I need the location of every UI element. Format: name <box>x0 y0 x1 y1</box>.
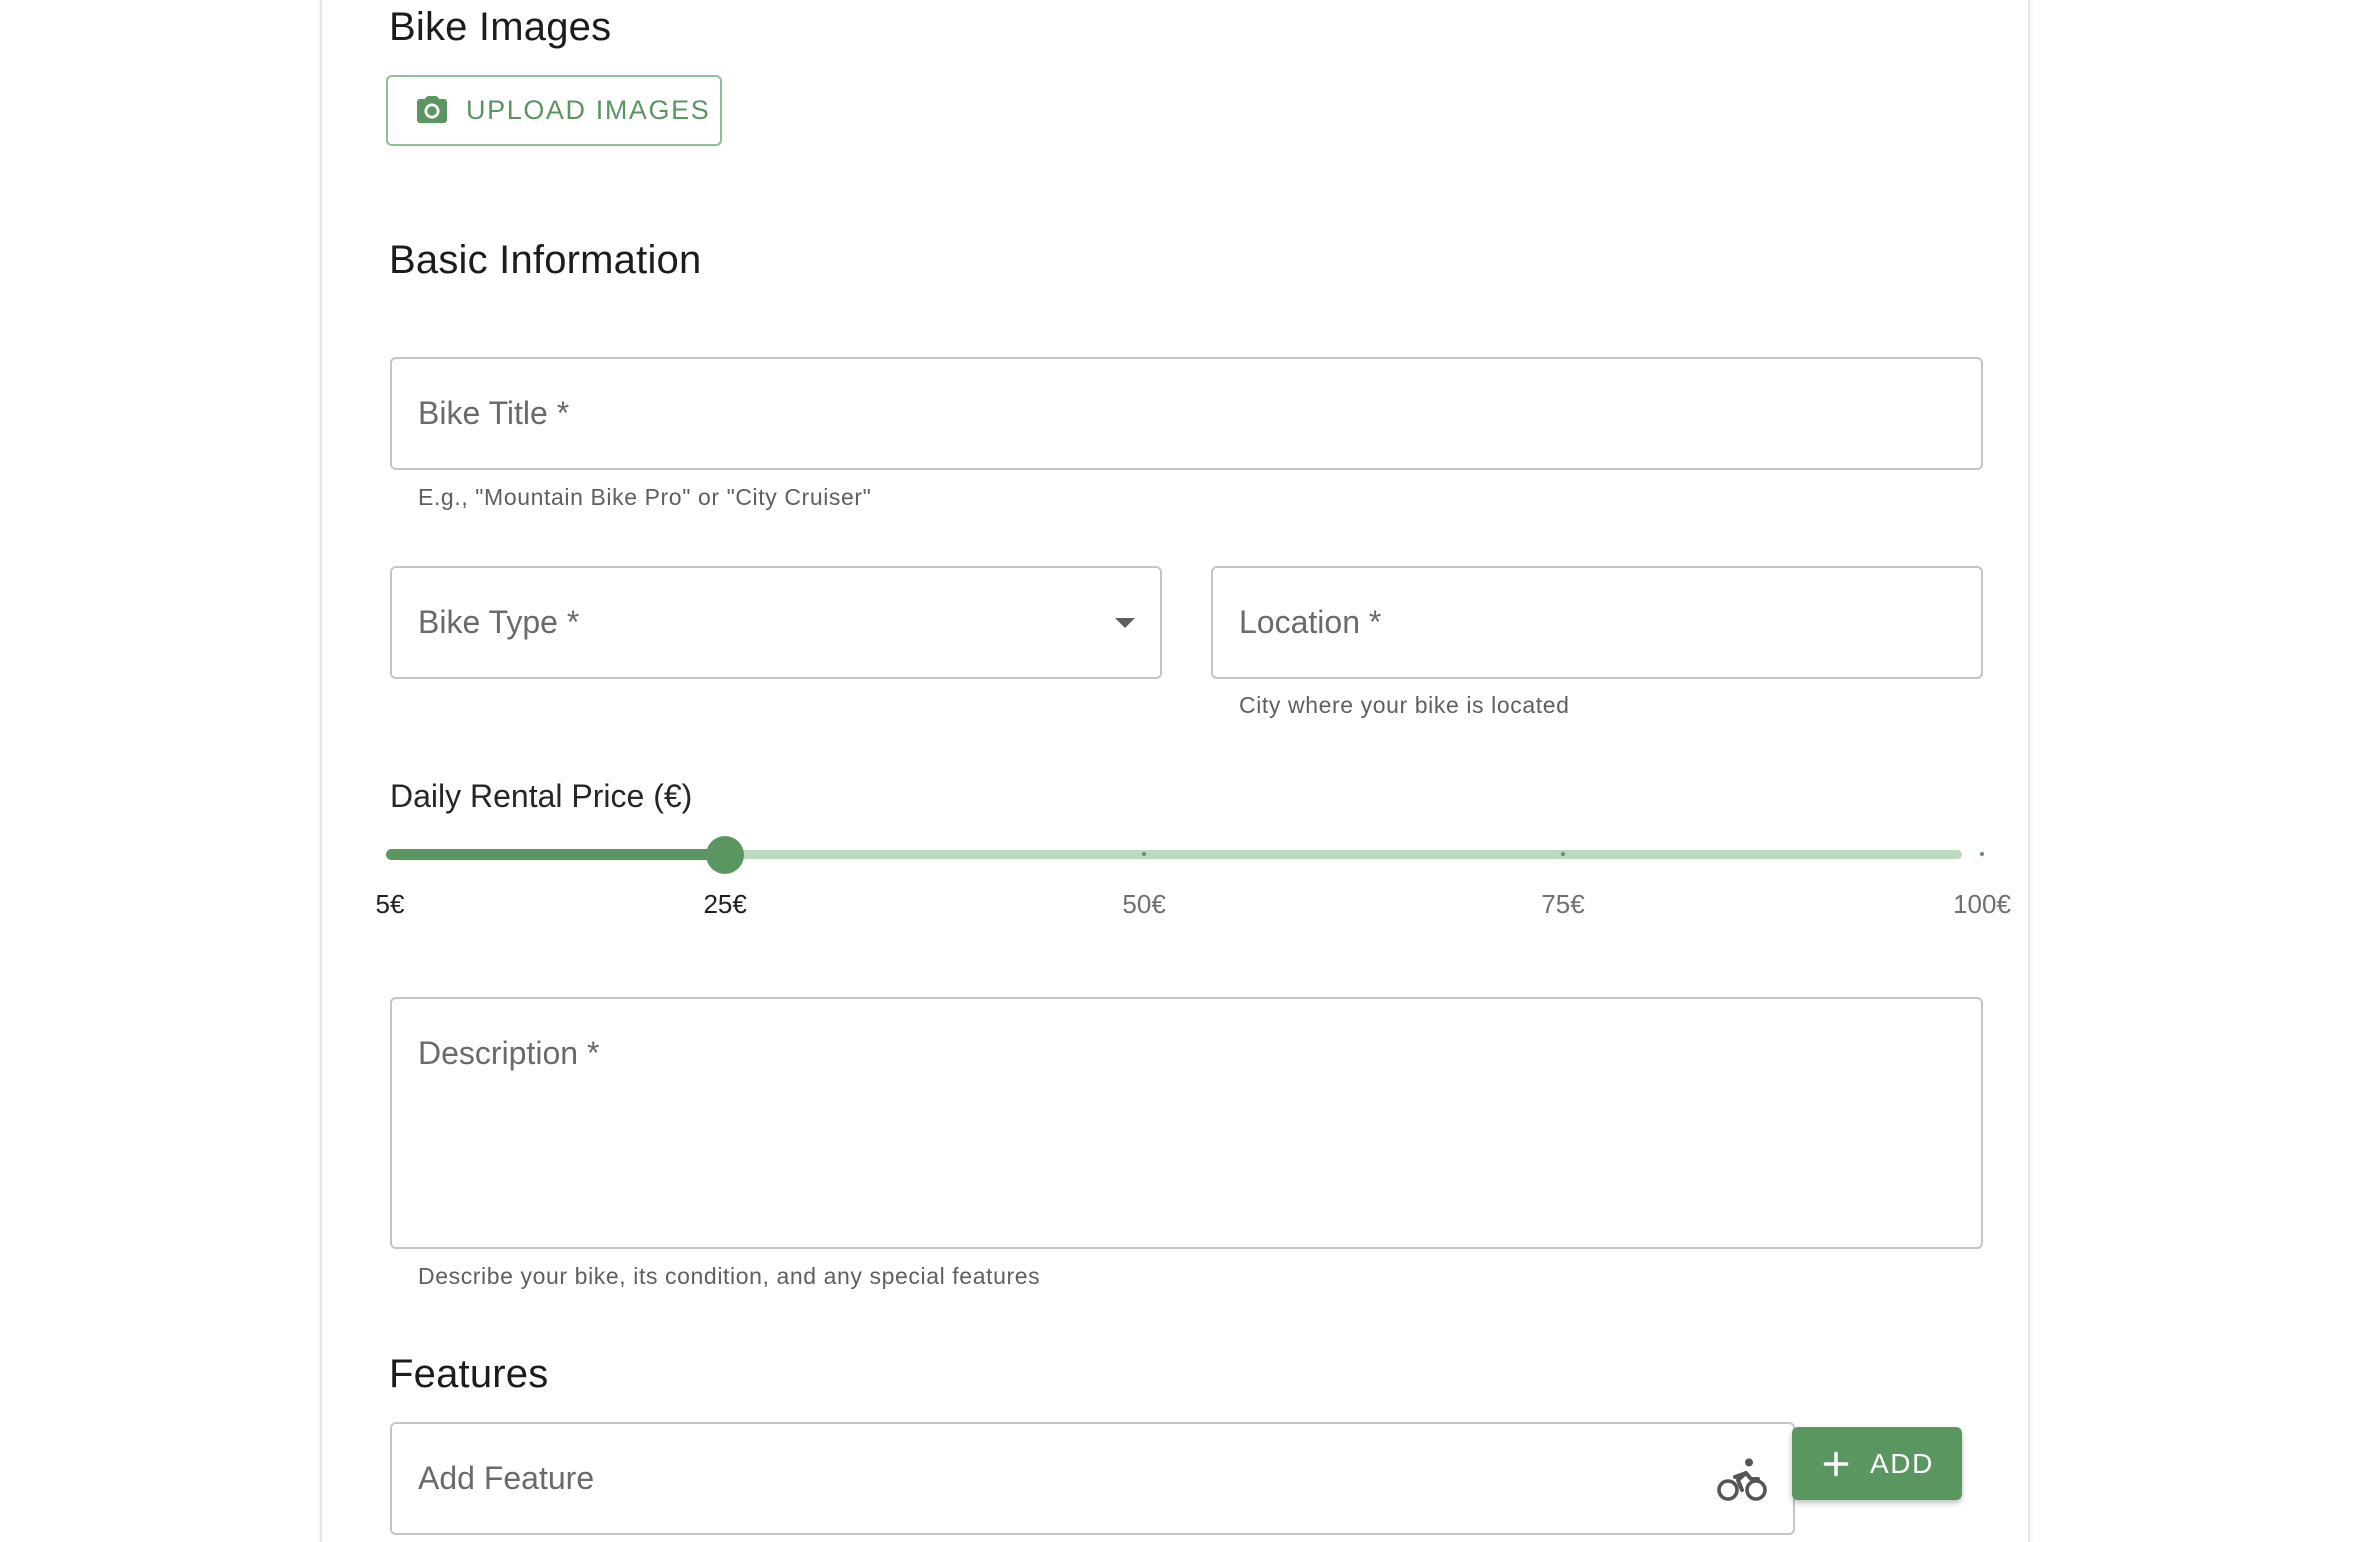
location-label: Location * <box>1239 604 1382 640</box>
slider-track-fill <box>386 849 726 860</box>
add-feature-button[interactable]: ADD <box>1792 1427 1962 1500</box>
bike-title-helper: E.g., "Mountain Bike Pro" or "City Cruis… <box>418 484 872 510</box>
bike-type-select[interactable]: Bike Type * <box>390 566 1162 679</box>
chevron-down-icon <box>1115 618 1135 628</box>
location-field[interactable]: Location * <box>1211 566 1983 679</box>
slider-mark-label: 50€ <box>1122 889 1166 919</box>
slider-thumb[interactable] <box>706 836 745 874</box>
add-feature-label: Add Feature <box>418 1460 595 1496</box>
description-helper: Describe your bike, its condition, and a… <box>418 1263 1041 1289</box>
upload-images-label: UPLOAD IMAGES <box>466 95 711 125</box>
description-label: Description * <box>418 1035 600 1071</box>
bike-title-field[interactable]: Bike Title * <box>390 357 1983 470</box>
plus-icon <box>1823 1451 1849 1476</box>
bike-title-label: Bike Title * <box>418 395 570 431</box>
section-title-basic-information: Basic Information <box>389 238 702 282</box>
slider-mark-label: 100€ <box>1953 889 2011 919</box>
slider-mark-label: 25€ <box>703 889 747 919</box>
form-card <box>320 0 2030 1542</box>
price-slider-label: Daily Rental Price (€) <box>390 778 693 814</box>
camera-icon <box>417 95 447 123</box>
add-button-label: ADD <box>1870 1447 1934 1479</box>
section-title-features: Features <box>389 1352 549 1396</box>
location-helper: City where your bike is located <box>1239 692 1570 718</box>
bike-type-label: Bike Type * <box>418 604 580 640</box>
slider-tick <box>1980 852 1984 856</box>
page: Bike Images UPLOAD IMAGES Basic Informat… <box>0 0 2372 1542</box>
slider-mark-label: 75€ <box>1541 889 1585 919</box>
bicycle-icon <box>1717 1458 1767 1501</box>
description-field[interactable]: Description * <box>390 997 1983 1249</box>
slider-mark-label: 5€ <box>375 889 405 919</box>
add-feature-field[interactable]: Add Feature <box>390 1422 1795 1535</box>
upload-images-button[interactable]: UPLOAD IMAGES <box>386 75 722 146</box>
section-title-bike-images: Bike Images <box>389 5 612 49</box>
